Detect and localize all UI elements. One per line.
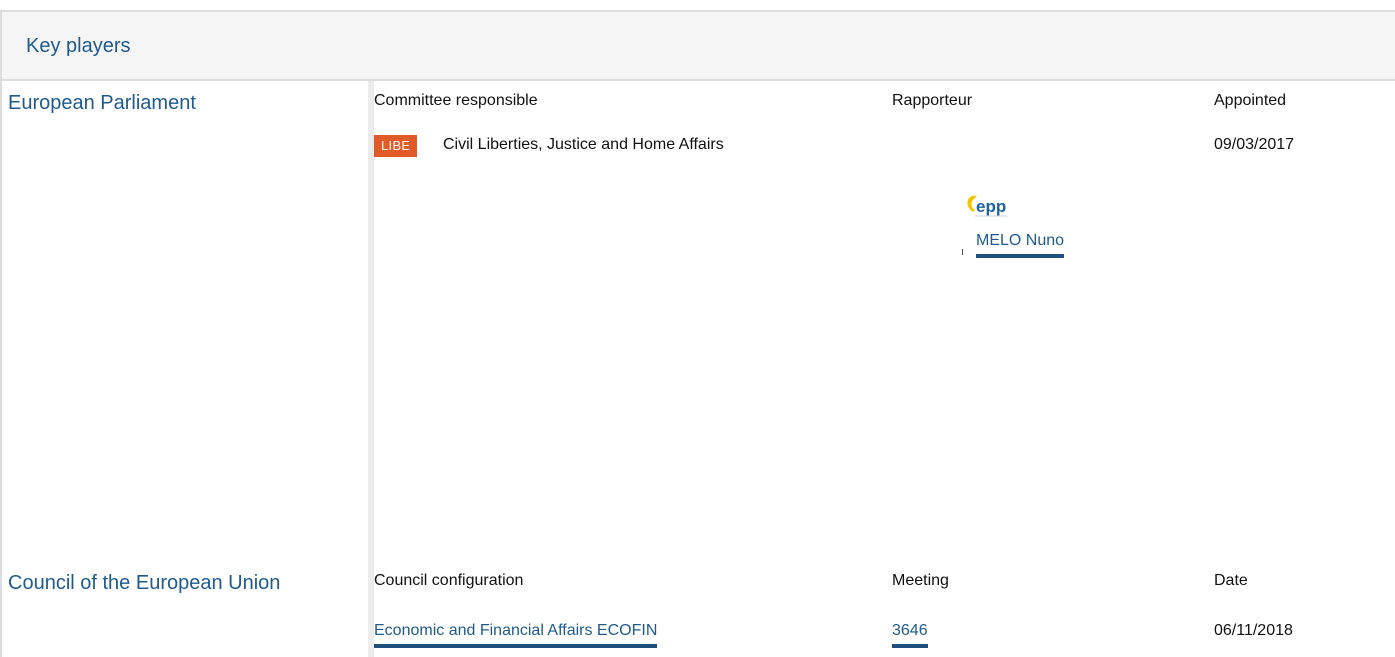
council-configuration-link[interactable]: Economic and Financial Affairs ECOFIN	[374, 622, 658, 648]
appointed-date: 09/03/2017	[1214, 136, 1295, 153]
header-committee-responsible: Committee responsible	[374, 92, 538, 109]
rapporteur-link-melo-nuno[interactable]: MELO Nuno	[976, 232, 1065, 258]
committee-name: Civil Liberties, Justice and Home Affair…	[443, 136, 724, 153]
logo-tick	[962, 249, 963, 255]
panel-title: Key players	[26, 35, 131, 57]
actor-council: Council of the European Union	[8, 572, 281, 594]
meeting-link[interactable]: 3646	[892, 622, 928, 648]
panel-header: Key players	[2, 12, 1395, 81]
key-players-panel: Key players	[0, 10, 1395, 657]
header-meeting: Meeting	[892, 572, 949, 589]
actor-european-parliament: European Parliament	[8, 92, 196, 114]
committee-badge: LIBE	[374, 135, 418, 157]
header-appointed: Appointed	[1214, 92, 1287, 109]
header-date: Date	[1214, 572, 1248, 589]
header-council-configuration: Council configuration	[374, 572, 524, 589]
header-rapporteur: Rapporteur	[892, 92, 973, 109]
svg-text:epp: epp	[976, 197, 1006, 216]
council-date: 06/11/2018	[1214, 622, 1293, 639]
